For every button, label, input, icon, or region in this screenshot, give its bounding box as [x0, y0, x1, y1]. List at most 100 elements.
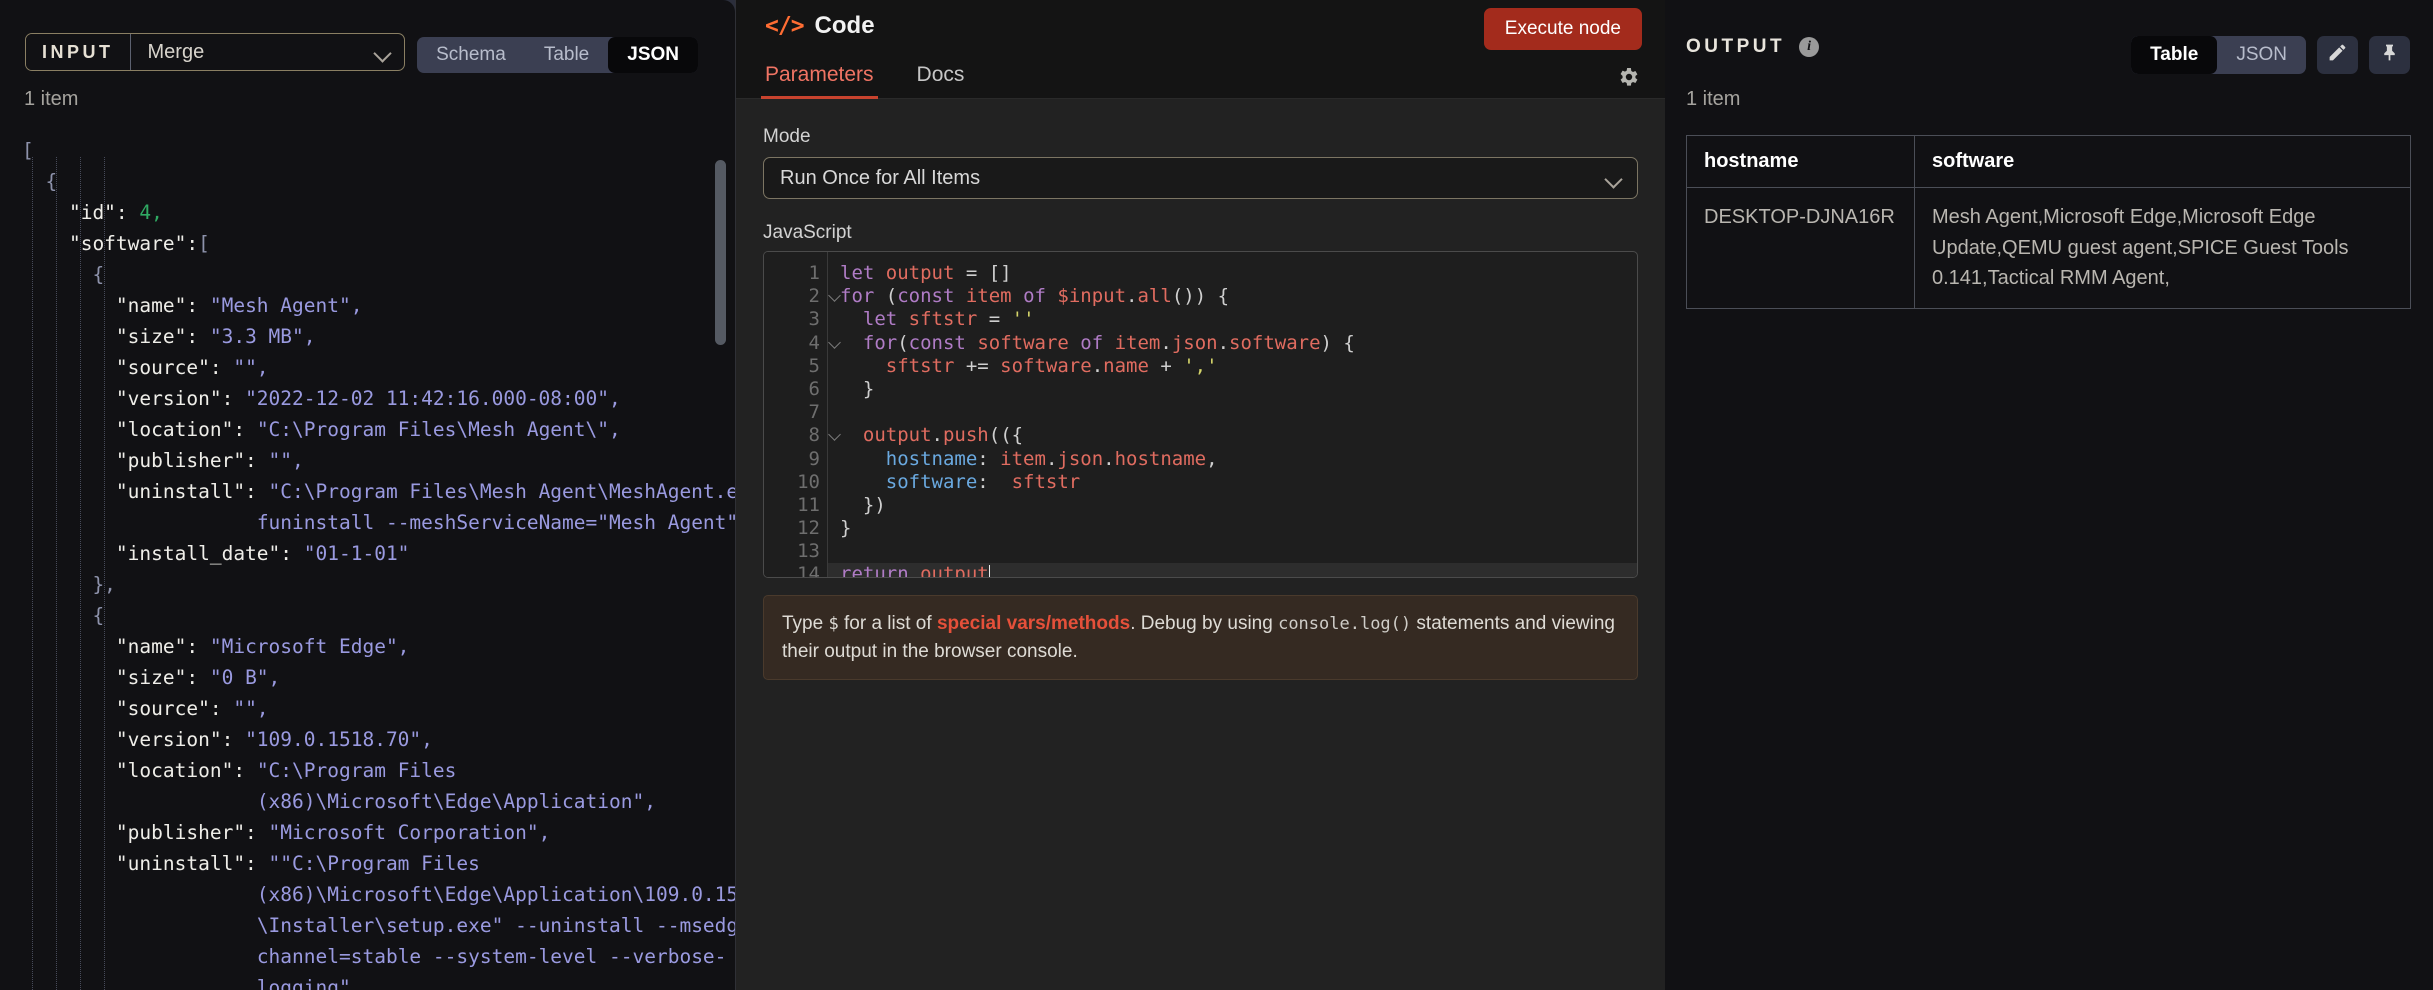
- output-view-toggle[interactable]: Table JSON: [2131, 36, 2306, 74]
- input-json-viewer[interactable]: [ { "id": 4, "software":[ { "name": "Mes…: [0, 135, 735, 990]
- line-number: 7: [808, 401, 820, 424]
- mode-select-value: Run Once for All Items: [780, 166, 981, 189]
- json-line: "version": "109.0.1518.70",: [22, 728, 433, 751]
- editor-line-numbers: 1 2 3 4 5 6 7 8 9 10 11 12 13 14: [764, 252, 841, 578]
- hint-dollar-symbol: $: [828, 614, 839, 634]
- output-toolbar: OUTPUT i Table JSON: [1665, 0, 2433, 88]
- execute-node-button[interactable]: Execute node: [1483, 8, 1642, 50]
- json-line: {: [22, 263, 105, 286]
- code-line: }: [840, 377, 875, 400]
- json-line: logging",: [256, 976, 363, 990]
- json-line: "source": "",: [22, 697, 269, 720]
- input-tab-json[interactable]: JSON: [608, 37, 698, 73]
- code-line: return output: [828, 563, 1637, 577]
- code-line: software: sftstr: [885, 470, 1081, 493]
- json-line: "size": "0 B",: [22, 666, 281, 689]
- json-line: {: [22, 170, 58, 193]
- json-line: {: [22, 604, 105, 627]
- code-node-panel: </> Code Execute node Parameters Docs Mo…: [735, 0, 1665, 990]
- input-source-dropdown[interactable]: Merge: [131, 34, 405, 70]
- chevron-down-icon: [1605, 170, 1622, 187]
- json-line: "uninstall": ""C:\Program Files: [22, 852, 480, 875]
- javascript-code-editor[interactable]: 1 2 3 4 5 6 7 8 9 10 11 12 13 14 let output = [] for (…: [763, 251, 1638, 578]
- info-icon[interactable]: i: [1799, 37, 1820, 57]
- line-number: 8: [764, 424, 841, 447]
- code-node-title: Code: [814, 12, 875, 39]
- input-tab-table[interactable]: Table: [525, 37, 608, 73]
- json-line: },: [22, 573, 116, 596]
- input-view-toggle[interactable]: Schema Table JSON: [417, 37, 698, 73]
- tab-docs[interactable]: Docs: [917, 63, 965, 98]
- output-title: OUTPUT i: [1686, 36, 1820, 58]
- json-line: "software":[: [22, 232, 210, 255]
- hint-prefix: Type: [782, 613, 829, 634]
- input-source-selector[interactable]: INPUT Merge: [25, 33, 405, 71]
- input-item-count: 1 item: [24, 88, 79, 110]
- json-line: "size": "3.3 MB",: [22, 325, 316, 348]
- edit-output-button[interactable]: [2317, 36, 2358, 74]
- input-tab-schema[interactable]: Schema: [417, 37, 525, 73]
- json-line: (x86)\Microsoft\Edge\Application\109.0.1…: [256, 883, 735, 906]
- json-line: (x86)\Microsoft\Edge\Application",: [256, 790, 656, 813]
- json-line: "location": "C:\Program Files\Mesh Agent…: [22, 418, 621, 441]
- table-row: DESKTOP-DJNA16R Mesh Agent,Microsoft Edg…: [1686, 187, 2411, 309]
- input-badge-label: INPUT: [26, 34, 131, 70]
- column-header-hostname: hostname: [1686, 135, 1915, 188]
- code-brackets-icon: </>: [765, 13, 805, 39]
- input-source-value: Merge: [147, 40, 205, 63]
- chevron-down-icon: [374, 44, 391, 61]
- json-line: "publisher": "",: [22, 449, 304, 472]
- json-line: \Installer\setup.exe" --uninstall --msed…: [256, 914, 735, 937]
- cell-software: Mesh Agent,Microsoft Edge,Microsoft Edge…: [1914, 187, 2411, 309]
- code-line: let output = []: [840, 262, 1012, 284]
- line-number: 2: [764, 285, 841, 308]
- json-line: "uninstall": "C:\Program Files\Mesh Agen…: [22, 480, 735, 503]
- output-controls: Table JSON: [2131, 36, 2410, 74]
- json-line: "publisher": "Microsoft Corporation",: [22, 821, 551, 844]
- output-tab-table[interactable]: Table: [2131, 36, 2218, 74]
- output-panel: OUTPUT i Table JSON 1 item hostname soft…: [1665, 0, 2433, 990]
- code-parameters-body: Mode Run Once for All Items JavaScript 1…: [736, 99, 1665, 990]
- code-line: sftstr += software.name + ',': [885, 354, 1218, 377]
- line-number: 4: [764, 332, 841, 355]
- text-cursor: [988, 565, 991, 577]
- editor-code-content[interactable]: let output = [] for (const item of $input…: [827, 252, 1637, 577]
- json-line: channel=stable --system-level --verbose-: [256, 945, 727, 968]
- special-vars-link[interactable]: special vars/methods: [937, 613, 1130, 634]
- line-number: 14: [797, 563, 820, 578]
- code-line: }): [840, 493, 886, 516]
- json-line: [: [22, 139, 34, 162]
- pencil-icon: [2327, 42, 2348, 68]
- line-number: 3: [808, 308, 820, 331]
- input-toolbar: INPUT Merge Schema Table JSON: [0, 0, 735, 88]
- n8n-code-node-view: INPUT Merge Schema Table JSON 1 item [ {…: [0, 0, 2433, 990]
- javascript-field-label: JavaScript: [763, 222, 852, 243]
- hint-mid1: for a list of: [838, 613, 937, 634]
- tab-parameters[interactable]: Parameters: [761, 63, 878, 99]
- input-scrollbar[interactable]: [715, 160, 726, 345]
- json-line: "source": "",: [22, 356, 269, 379]
- code-line: output.push(({: [862, 424, 1024, 447]
- output-title-text: OUTPUT: [1686, 36, 1786, 57]
- line-number: 11: [797, 493, 820, 516]
- json-line: "name": "Mesh Agent",: [22, 294, 363, 317]
- hint-console-log-code: console.log(): [1278, 614, 1412, 634]
- output-item-count: 1 item: [1686, 88, 1741, 110]
- column-header-software: software: [1914, 135, 2411, 188]
- code-editor-hint: Type $ for a list of special vars/method…: [763, 595, 1638, 681]
- pin-output-button[interactable]: [2369, 36, 2410, 74]
- line-number: 1: [808, 262, 820, 284]
- line-number: 13: [797, 540, 820, 563]
- cell-hostname: DESKTOP-DJNA16R: [1686, 187, 1915, 309]
- gear-icon[interactable]: [1616, 65, 1640, 89]
- table-header-row: hostname software: [1686, 135, 2411, 188]
- output-tab-json[interactable]: JSON: [2217, 36, 2306, 74]
- input-panel: INPUT Merge Schema Table JSON 1 item [ {…: [0, 0, 735, 990]
- code-line: }: [840, 517, 852, 540]
- pin-icon: [2379, 42, 2400, 68]
- line-number: 10: [797, 470, 820, 493]
- line-number: 9: [808, 447, 820, 470]
- mode-select[interactable]: Run Once for All Items: [763, 157, 1638, 199]
